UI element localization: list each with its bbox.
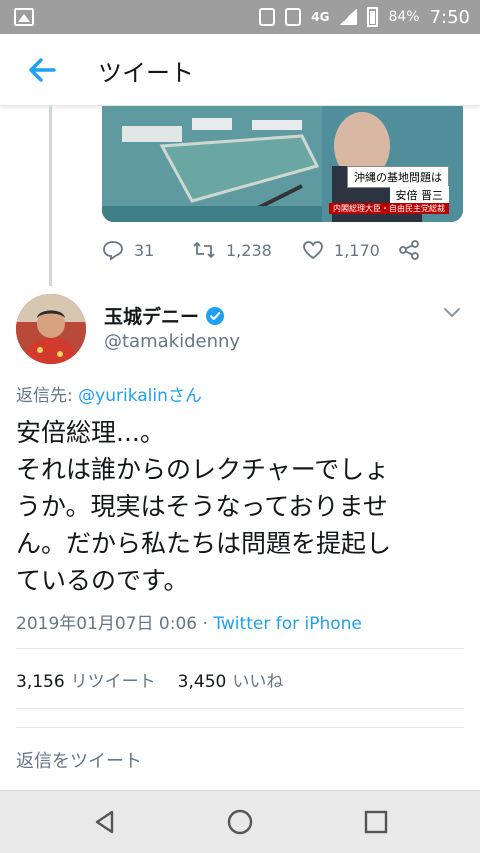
tweet-stats: 3,156 リツイート 3,450 いいね [16,667,283,692]
tweet-media-image[interactable]: 沖縄の基地問題は 安倍 晋三 内閣総理大臣・自由民主党総裁 [102,106,463,222]
tweet-meta: 2019年01月07日 0:06 · Twitter for iPhone [16,609,362,634]
media-caption-name: 安倍 晋三 [389,186,449,204]
reply-icon [103,241,123,261]
parent-tweet-actions: 31 1,238 1,170 [102,236,420,264]
reply-count: 31 [134,240,155,260]
reply-to-line: 返信先: @yurikalinさん [16,381,202,406]
divider [16,708,464,709]
heart-icon [303,241,323,260]
like-action[interactable]: 1,170 [302,239,398,261]
reply-to-prefix: 返信先: [16,386,79,406]
verified-badge-icon [206,306,225,325]
retweet-action[interactable]: 1,238 [192,239,302,261]
retweet-stat-count: 3,156 [16,672,65,692]
reply-mention-suffix: さん [167,386,202,406]
tweet-text-line: 安倍総理...。 [16,418,165,447]
tweet-timestamp: 2019年01月07日 0:06 · [16,614,214,634]
back-triangle-icon[interactable] [90,807,120,837]
home-circle-icon[interactable] [225,807,255,837]
reply-mention-link[interactable]: @yurikalin [78,386,168,406]
like-count: 1,170 [334,240,380,260]
gallery-icon [14,8,34,26]
media-caption-title: 内閣総理大臣・自由民主党総裁 [329,203,449,214]
status-bar: 4G 84% 7:50 [0,0,480,34]
vibrate-icon [259,8,276,26]
tweet-text-line: ん。だから私たちは問題を提起し [16,529,392,558]
app-bar: ツイート [0,34,480,106]
tweet-source-link[interactable]: Twitter for iPhone [213,614,362,634]
thread-connector [49,106,52,286]
reply-input[interactable]: 返信をツイート [16,747,142,773]
retweet-stat[interactable]: 3,156 リツイート [16,667,156,692]
battery-icon [367,7,379,27]
battery-percent: 84% [388,9,420,25]
share-icon [399,240,419,260]
share-action[interactable] [398,239,420,261]
clock: 7:50 [429,6,470,28]
divider [16,648,464,649]
media-caption: 沖縄の基地問題は [347,166,449,188]
retweet-count: 1,238 [226,240,272,260]
display-name-row[interactable]: 玉城デニー [104,302,225,329]
retweet-icon [193,242,215,258]
tweet-text-line: ているのです。 [16,566,189,595]
like-stat[interactable]: 3,450 いいね [178,667,284,692]
no-sim-icon [285,8,302,26]
page-title: ツイート [98,59,194,87]
like-stat-label: いいね [232,672,284,692]
reply-action[interactable]: 31 [102,239,192,261]
avatar[interactable] [16,294,86,364]
chevron-down-icon[interactable] [442,305,462,324]
retweet-stat-label: リツイート [70,672,156,692]
like-stat-count: 3,450 [177,672,227,692]
arrow-left-icon[interactable] [24,52,60,88]
tweet-text-line: それは誰からのレクチャーでしょ [16,455,390,484]
tweet-text: 安倍総理...。 それは誰からのレクチャーでしょ うか。現実はそうなっておりませ… [16,414,466,599]
signal-icon [339,9,358,25]
system-nav-bar [0,790,480,853]
display-name: 玉城デニー [104,306,200,328]
divider [16,727,464,728]
network-type: 4G [311,10,330,24]
recents-square-icon[interactable] [361,807,391,837]
user-handle[interactable]: @tamakidenny [104,331,240,352]
tweet-text-line: うか。現実はそうなっておりませ [16,492,388,521]
